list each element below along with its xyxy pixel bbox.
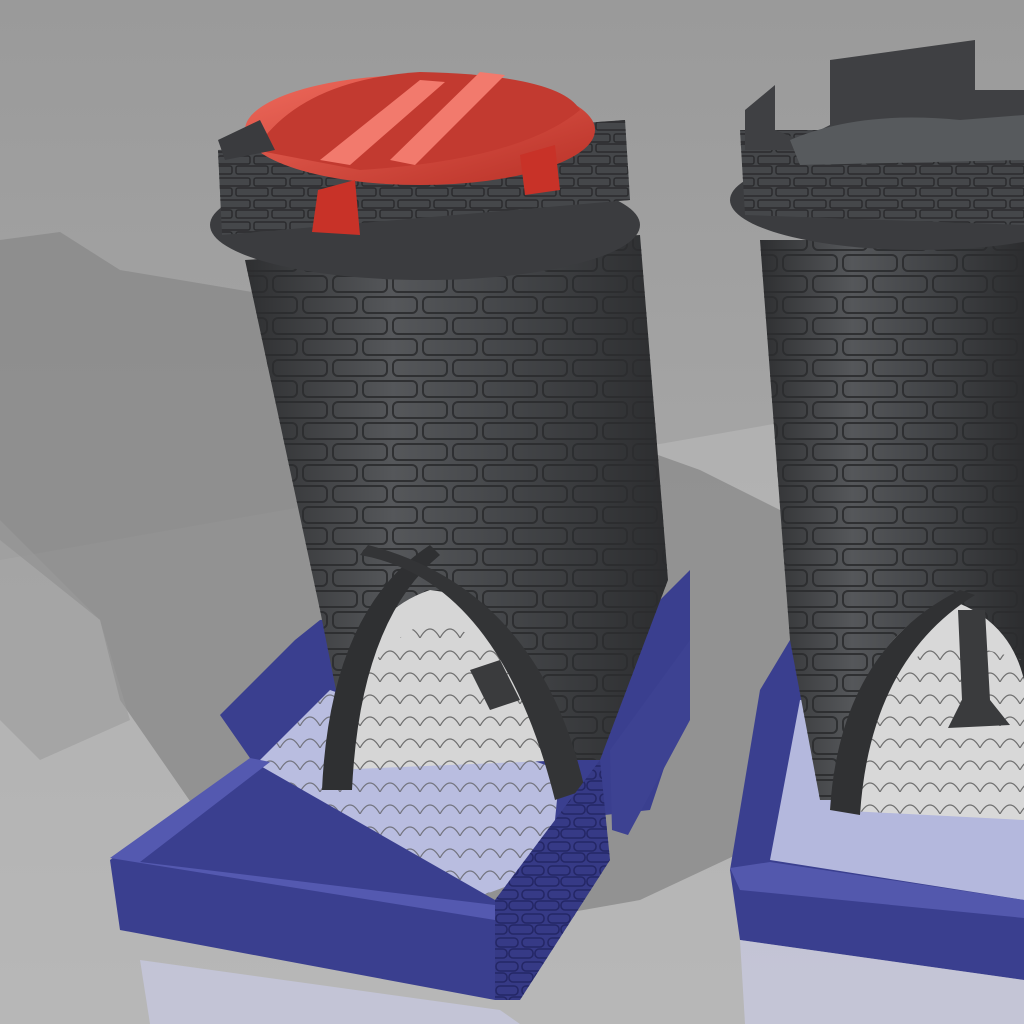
dice-tower-render: [0, 0, 1024, 1024]
